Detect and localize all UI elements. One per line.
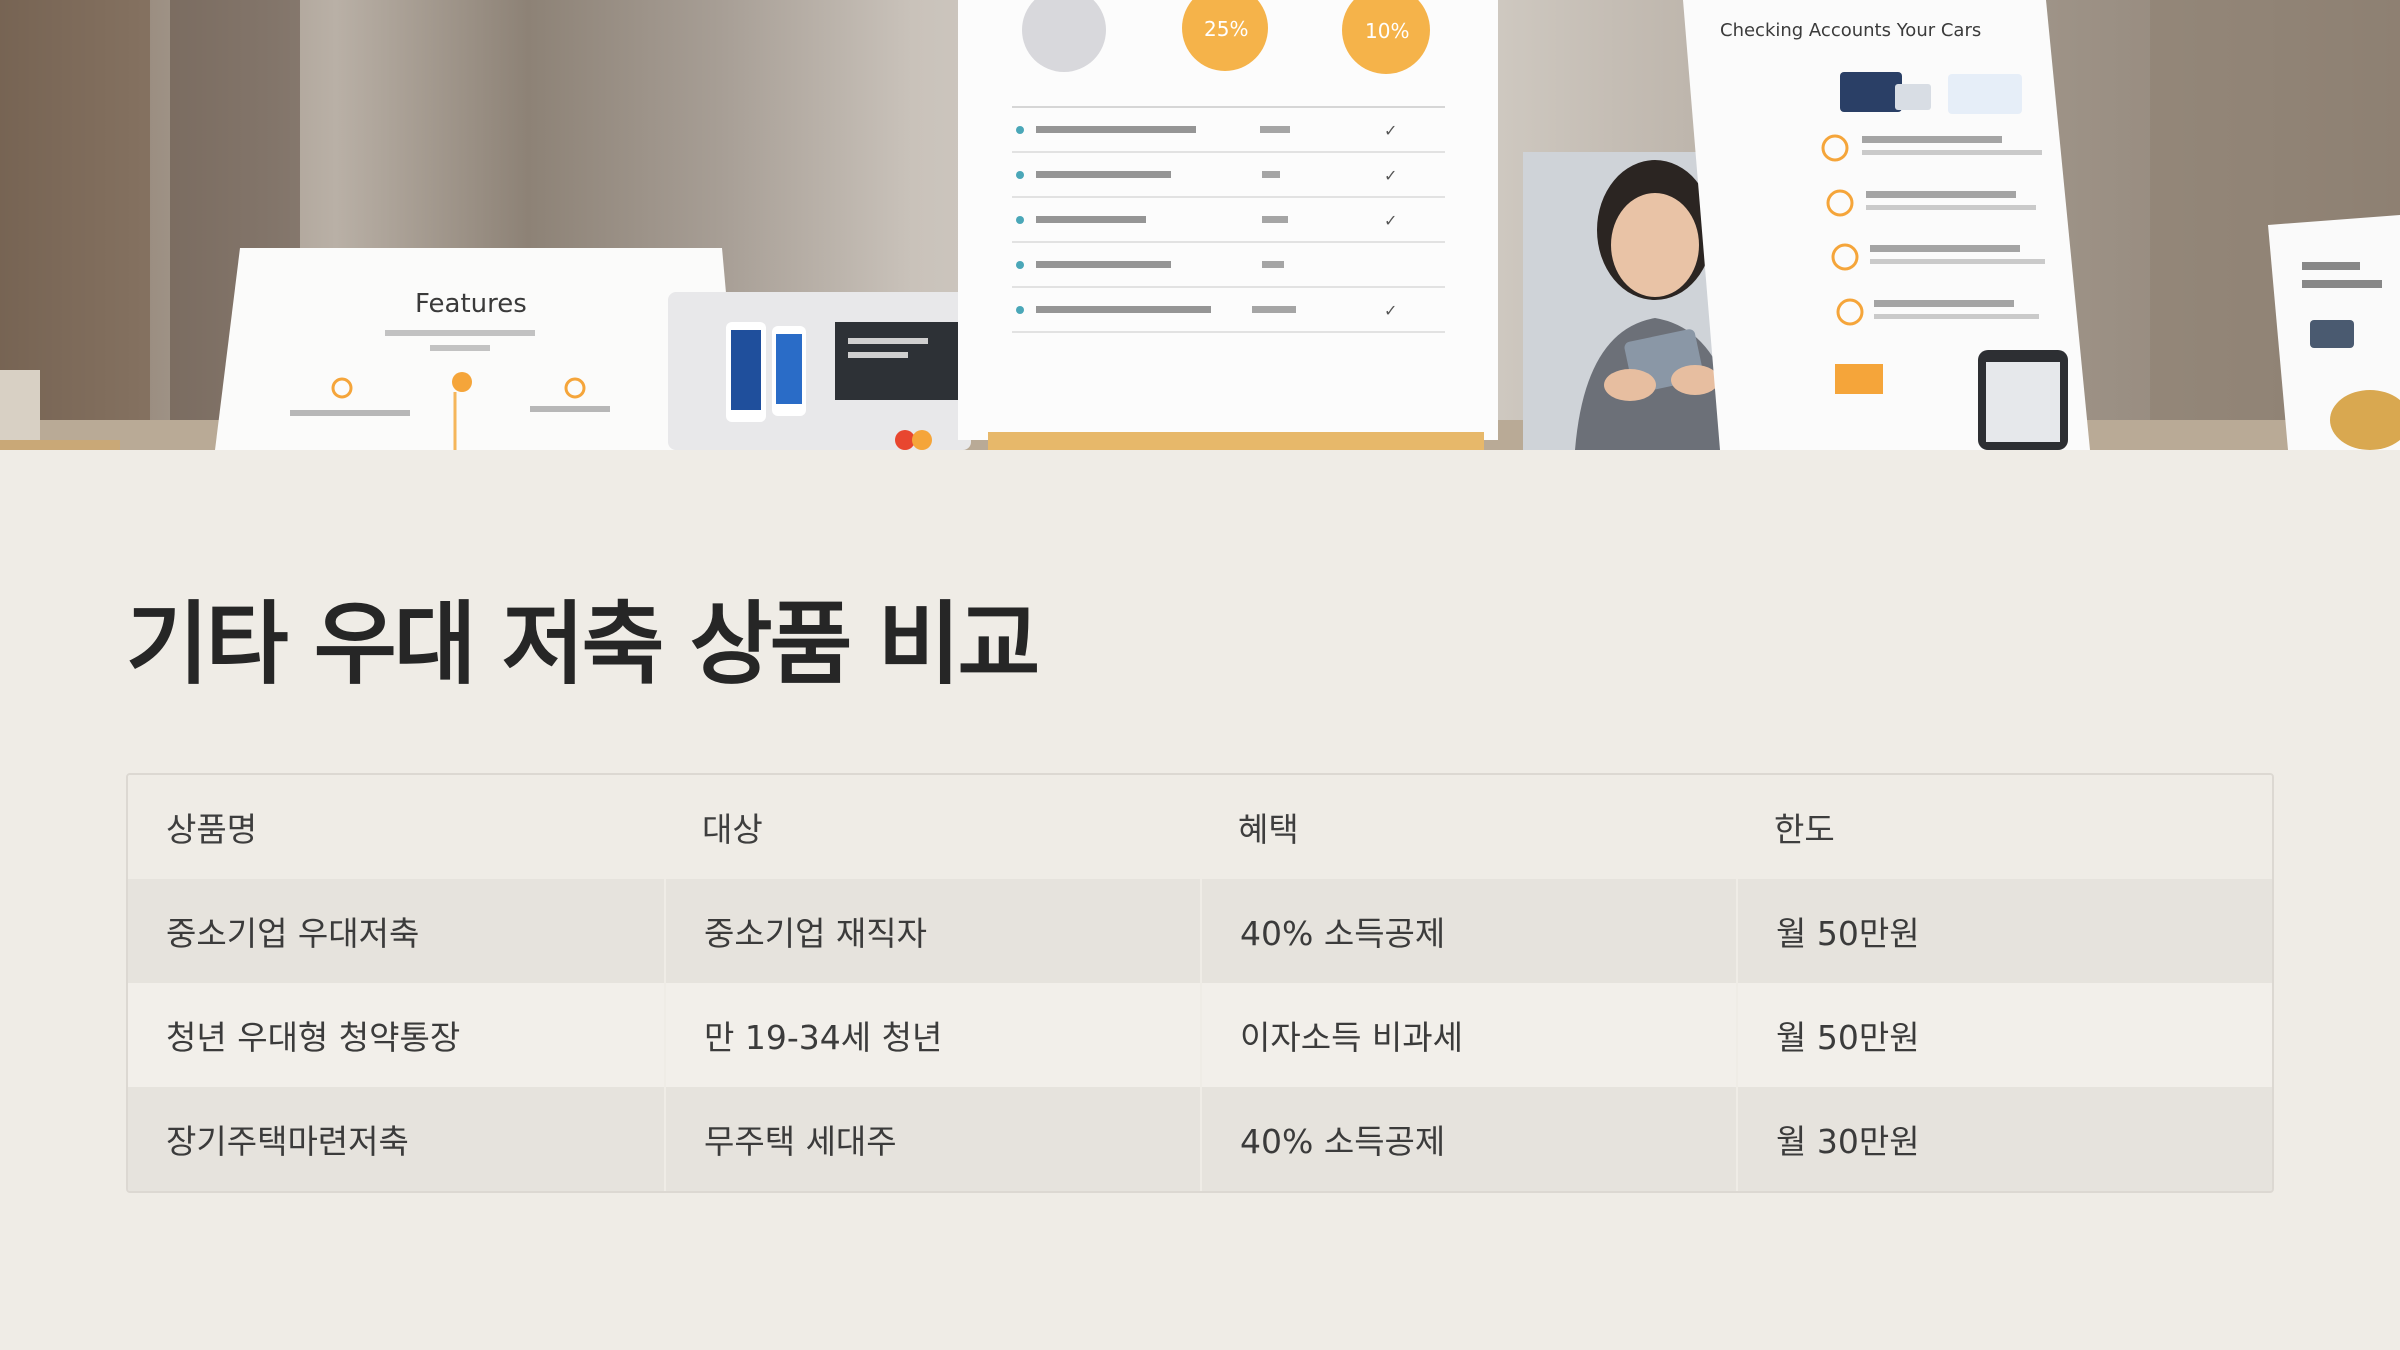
banner-photo: Features 25% 10% ✓ ✓ ✓ ✓ Checking Accoun… (0, 0, 2400, 450)
brochure-heading: Checking Accounts Your Cars (1720, 20, 1981, 41)
cell-benefit: 40% 소득공제 (1200, 879, 1736, 983)
cell-limit: 월 50만원 (1736, 879, 2272, 983)
features-card-title: Features (415, 289, 527, 319)
cell-target: 중소기업 재직자 (664, 879, 1200, 983)
table-header-row: 상품명 대상 혜택 한도 (128, 775, 2272, 879)
cell-target: 만 19-34세 청년 (664, 983, 1200, 1087)
page-title: 기타 우대 저축 상품 비교 (126, 592, 1040, 697)
phone-card (668, 292, 971, 450)
table-row: 청년 우대형 청약통장 만 19-34세 청년 이자소득 비과세 월 50만원 (128, 983, 2272, 1087)
badge-10: 10% (1365, 19, 1409, 43)
cell-limit: 월 30만원 (1736, 1087, 2272, 1191)
features-card: Features (215, 248, 740, 450)
banner-illustration: Features 25% 10% ✓ ✓ ✓ ✓ Checking Accoun… (0, 0, 2400, 450)
badge-25: 25% (1204, 17, 1248, 41)
table-row: 중소기업 우대저축 중소기업 재직자 40% 소득공제 월 50만원 (128, 879, 2272, 983)
cell-benefit: 이자소득 비과세 (1200, 983, 1736, 1087)
comparison-table: 상품명 대상 혜택 한도 중소기업 우대저축 중소기업 재직자 40% 소득공제… (126, 773, 2274, 1193)
cell-benefit: 40% 소득공제 (1200, 1087, 1736, 1191)
svg-text:✓: ✓ (1384, 301, 1397, 320)
header-benefit: 혜택 (1238, 810, 1299, 849)
header-product-name: 상품명 (166, 810, 258, 849)
accounts-brochure: Checking Accounts Your Cars (1683, 0, 2090, 450)
table-row: 장기주택마련저축 무주택 세대주 40% 소득공제 월 30만원 (128, 1087, 2272, 1191)
header-target: 대상 (702, 810, 763, 849)
header-limit: 한도 (1774, 810, 1835, 849)
svg-text:✓: ✓ (1384, 121, 1397, 140)
cell-product-name: 중소기업 우대저축 (166, 914, 420, 953)
svg-text:✓: ✓ (1384, 166, 1397, 185)
comparison-sheet: 25% 10% ✓ ✓ ✓ ✓ (958, 0, 1498, 450)
cell-product-name: 청년 우대형 청약통장 (166, 1018, 461, 1057)
svg-text:✓: ✓ (1384, 211, 1397, 230)
cell-product-name: 장기주택마련저축 (166, 1122, 409, 1161)
cell-target: 무주택 세대주 (664, 1087, 1200, 1191)
edge-card (2268, 215, 2400, 450)
cell-limit: 월 50만원 (1736, 983, 2272, 1087)
